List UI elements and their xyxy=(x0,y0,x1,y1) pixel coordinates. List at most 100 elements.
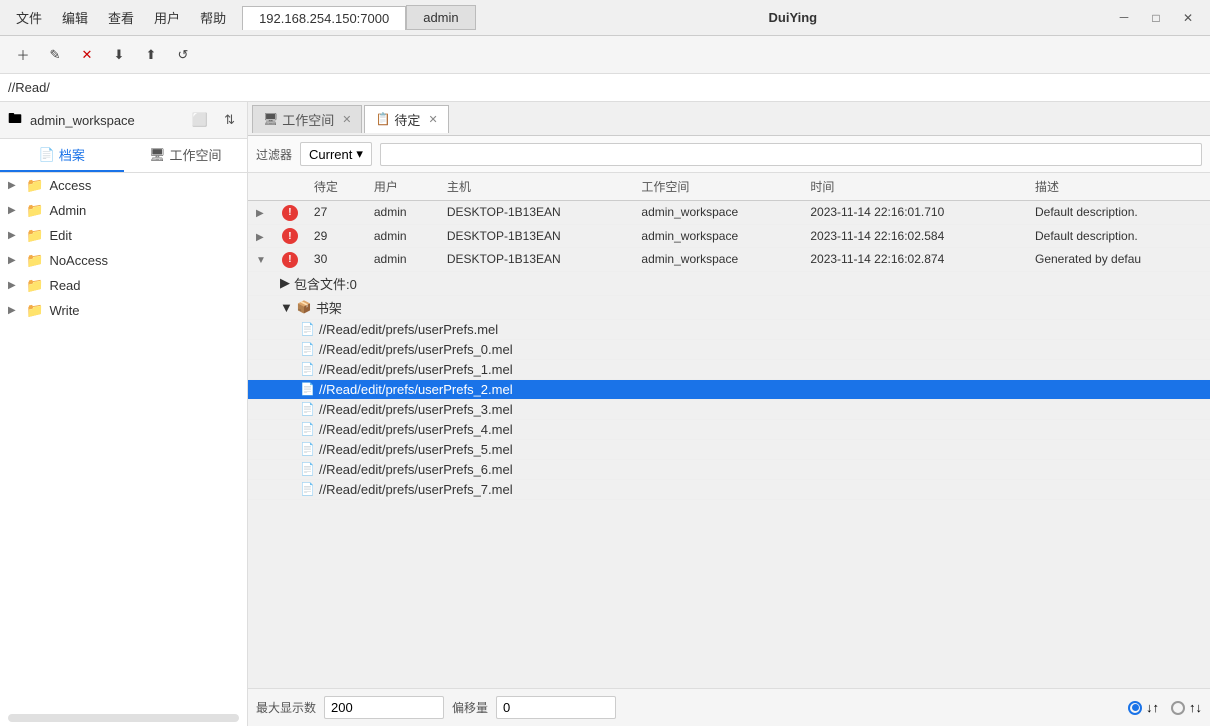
col-user[interactable]: 用户 xyxy=(366,173,439,201)
titlebar: 文件 编辑 查看 用户 帮助 192.168.254.150:7000 admi… xyxy=(0,0,1210,36)
expand-icon[interactable]: ▶ xyxy=(256,208,264,219)
tab-workspace-content[interactable]: 🖥 工作空间 ✕ xyxy=(252,105,362,133)
expand-sub-icon[interactable]: ▶ xyxy=(280,275,290,291)
bottom-bar: 最大显示数 偏移量 ↓↑ ↑↓ xyxy=(248,688,1210,726)
arrow-icon: ▶ xyxy=(8,230,20,241)
sidebar-item-write[interactable]: ▶ 📁 Write xyxy=(0,298,247,323)
refresh-button[interactable]: ↺ xyxy=(168,41,198,69)
sub-row-bookshelf: ▼ 📦 书架 xyxy=(248,295,1210,319)
expand-cell[interactable]: ▶ xyxy=(248,224,274,248)
host-cell: DESKTOP-1B13EAN xyxy=(439,201,634,225)
col-pending[interactable]: 待定 xyxy=(306,173,366,201)
files-icon: 📄 xyxy=(39,147,55,163)
tab-pending-content[interactable]: 📋 待定 ✕ xyxy=(364,105,448,133)
download-button[interactable]: ⬇ xyxy=(104,41,134,69)
table-row[interactable]: ▶ ! 27 admin DESKTOP-1B13EAN admin_works… xyxy=(248,201,1210,225)
arrow-icon: ▶ xyxy=(8,305,20,316)
col-workspace[interactable]: 工作空间 xyxy=(633,173,802,201)
menu-view[interactable]: 查看 xyxy=(100,4,142,31)
sidebar-item-label: Read xyxy=(49,278,80,293)
col-time[interactable]: 时间 xyxy=(802,173,1027,201)
offset-input[interactable] xyxy=(496,696,616,719)
file-row-1[interactable]: 📄 //Read/edit/prefs/userPrefs_0.mel xyxy=(248,339,1210,359)
folder-icon: 📁 xyxy=(26,202,43,219)
workspace-tab-close[interactable]: ✕ xyxy=(342,113,351,126)
minimize-button[interactable]: － xyxy=(1110,7,1138,29)
close-item-button[interactable]: ✕ xyxy=(72,41,102,69)
file-row-2[interactable]: 📄 //Read/edit/prefs/userPrefs_1.mel xyxy=(248,359,1210,379)
sidebar-tree: ▶ 📁 Access ▶ 📁 Admin ▶ 📁 Edit ▶ 📁 NoAcce… xyxy=(0,173,247,710)
pending-id: 27 xyxy=(306,201,366,225)
pending-id: 30 xyxy=(306,248,366,272)
filter-select[interactable]: Current ▾ xyxy=(300,142,372,166)
file-path: //Read/edit/prefs/userPrefs_3.mel xyxy=(319,402,513,417)
menu-user[interactable]: 用户 xyxy=(146,4,188,31)
table-row[interactable]: ▶ ! 29 admin DESKTOP-1B13EAN admin_works… xyxy=(248,224,1210,248)
content-tabs-bar: 🖥 工作空间 ✕ 📋 待定 ✕ xyxy=(248,102,1210,136)
bookshelf-label: 书架 xyxy=(316,298,342,317)
file-icon: 📄 xyxy=(300,342,315,356)
sidebar-item-read[interactable]: ▶ 📁 Read xyxy=(0,273,247,298)
col-desc[interactable]: 描述 xyxy=(1027,173,1210,201)
expand-icon[interactable]: ▶ xyxy=(256,232,264,243)
sidebar-item-access[interactable]: ▶ 📁 Access xyxy=(0,173,247,198)
expand-icon[interactable]: ▼ xyxy=(256,255,266,266)
sidebar-item-noaccess[interactable]: ▶ 📁 NoAccess xyxy=(0,248,247,273)
file-row-6[interactable]: 📄 //Read/edit/prefs/userPrefs_5.mel xyxy=(248,439,1210,459)
offset-label: 偏移量 xyxy=(452,699,488,716)
close-button[interactable]: ✕ xyxy=(1174,7,1202,29)
pending-tab-close[interactable]: ✕ xyxy=(428,113,437,126)
tab-workspace[interactable]: 🖥 工作空间 xyxy=(124,139,248,172)
user-cell: admin xyxy=(366,224,439,248)
error-icon: ! xyxy=(282,228,298,244)
sort-asc-label: ↓↑ xyxy=(1146,700,1159,715)
file-entry: 📄 //Read/edit/prefs/userPrefs_1.mel xyxy=(256,362,1202,377)
expand-cell[interactable]: ▼ xyxy=(248,248,274,272)
file-row-0[interactable]: 📄 //Read/edit/prefs/userPrefs.mel xyxy=(248,319,1210,339)
desc-cell: Default description. xyxy=(1027,201,1210,225)
filter-bar: 过滤器 Current ▾ xyxy=(248,136,1210,173)
menu-bar: 文件 编辑 查看 用户 帮助 xyxy=(8,4,234,31)
sort-desc-radio[interactable]: ↑↓ xyxy=(1171,700,1202,715)
file-row-4[interactable]: 📄 //Read/edit/prefs/userPrefs_3.mel xyxy=(248,399,1210,419)
file-row-3[interactable]: 📄 //Read/edit/prefs/userPrefs_2.mel xyxy=(248,379,1210,399)
max-display-input[interactable] xyxy=(324,696,444,719)
file-entry: 📄 //Read/edit/prefs/userPrefs_6.mel xyxy=(256,462,1202,477)
edit-button[interactable]: ✎ xyxy=(40,41,70,69)
time-cell: 2023-11-14 22:16:02.584 xyxy=(802,224,1027,248)
connection-tab-2[interactable]: admin xyxy=(406,5,475,30)
menu-edit[interactable]: 编辑 xyxy=(54,4,96,31)
file-entry: 📄 //Read/edit/prefs/userPrefs_0.mel xyxy=(256,342,1202,357)
file-row-8[interactable]: 📄 //Read/edit/prefs/userPrefs_7.mel xyxy=(248,479,1210,499)
filter-value: Current xyxy=(309,147,352,162)
sort-asc-radio[interactable]: ↓↑ xyxy=(1128,700,1159,715)
menu-help[interactable]: 帮助 xyxy=(192,4,234,31)
upload-button[interactable]: ⬆ xyxy=(136,41,166,69)
file-path: //Read/edit/prefs/userPrefs_4.mel xyxy=(319,422,513,437)
time-cell: 2023-11-14 22:16:01.710 xyxy=(802,201,1027,225)
workspace-new-button[interactable]: ⬜ xyxy=(188,110,212,130)
connection-tab-1[interactable]: 192.168.254.150:7000 xyxy=(242,6,406,30)
user-cell: admin xyxy=(366,201,439,225)
col-host[interactable]: 主机 xyxy=(439,173,634,201)
content-area: 🖥 工作空间 ✕ 📋 待定 ✕ 过滤器 Current ▾ xyxy=(248,102,1210,726)
table-row[interactable]: ▼ ! 30 admin DESKTOP-1B13EAN admin_works… xyxy=(248,248,1210,272)
filter-search-input[interactable] xyxy=(380,143,1202,166)
workspace-sort-button[interactable]: ⇅ xyxy=(220,110,239,130)
sidebar-item-edit[interactable]: ▶ 📁 Edit xyxy=(0,223,247,248)
menu-file[interactable]: 文件 xyxy=(8,4,50,31)
file-row-7[interactable]: 📄 //Read/edit/prefs/userPrefs_6.mel xyxy=(248,459,1210,479)
expand-cell[interactable]: ▶ xyxy=(248,201,274,225)
file-path: //Read/edit/prefs/userPrefs_6.mel xyxy=(319,462,513,477)
file-path: //Read/edit/prefs/userPrefs_0.mel xyxy=(319,342,513,357)
file-row-5[interactable]: 📄 //Read/edit/prefs/userPrefs_4.mel xyxy=(248,419,1210,439)
sidebar-item-admin[interactable]: ▶ 📁 Admin xyxy=(0,198,247,223)
expand-bookshelf-icon[interactable]: ▼ xyxy=(280,300,293,315)
maximize-button[interactable]: □ xyxy=(1142,7,1170,29)
tab-files[interactable]: 📄 档案 xyxy=(0,139,124,172)
sidebar-scrollbar[interactable] xyxy=(8,714,239,722)
add-button[interactable]: ＋ xyxy=(8,41,38,69)
file-entry: 📄 //Read/edit/prefs/userPrefs_7.mel xyxy=(256,482,1202,497)
folder-icon: 📁 xyxy=(26,227,43,244)
tab-files-label: 档案 xyxy=(59,145,85,164)
